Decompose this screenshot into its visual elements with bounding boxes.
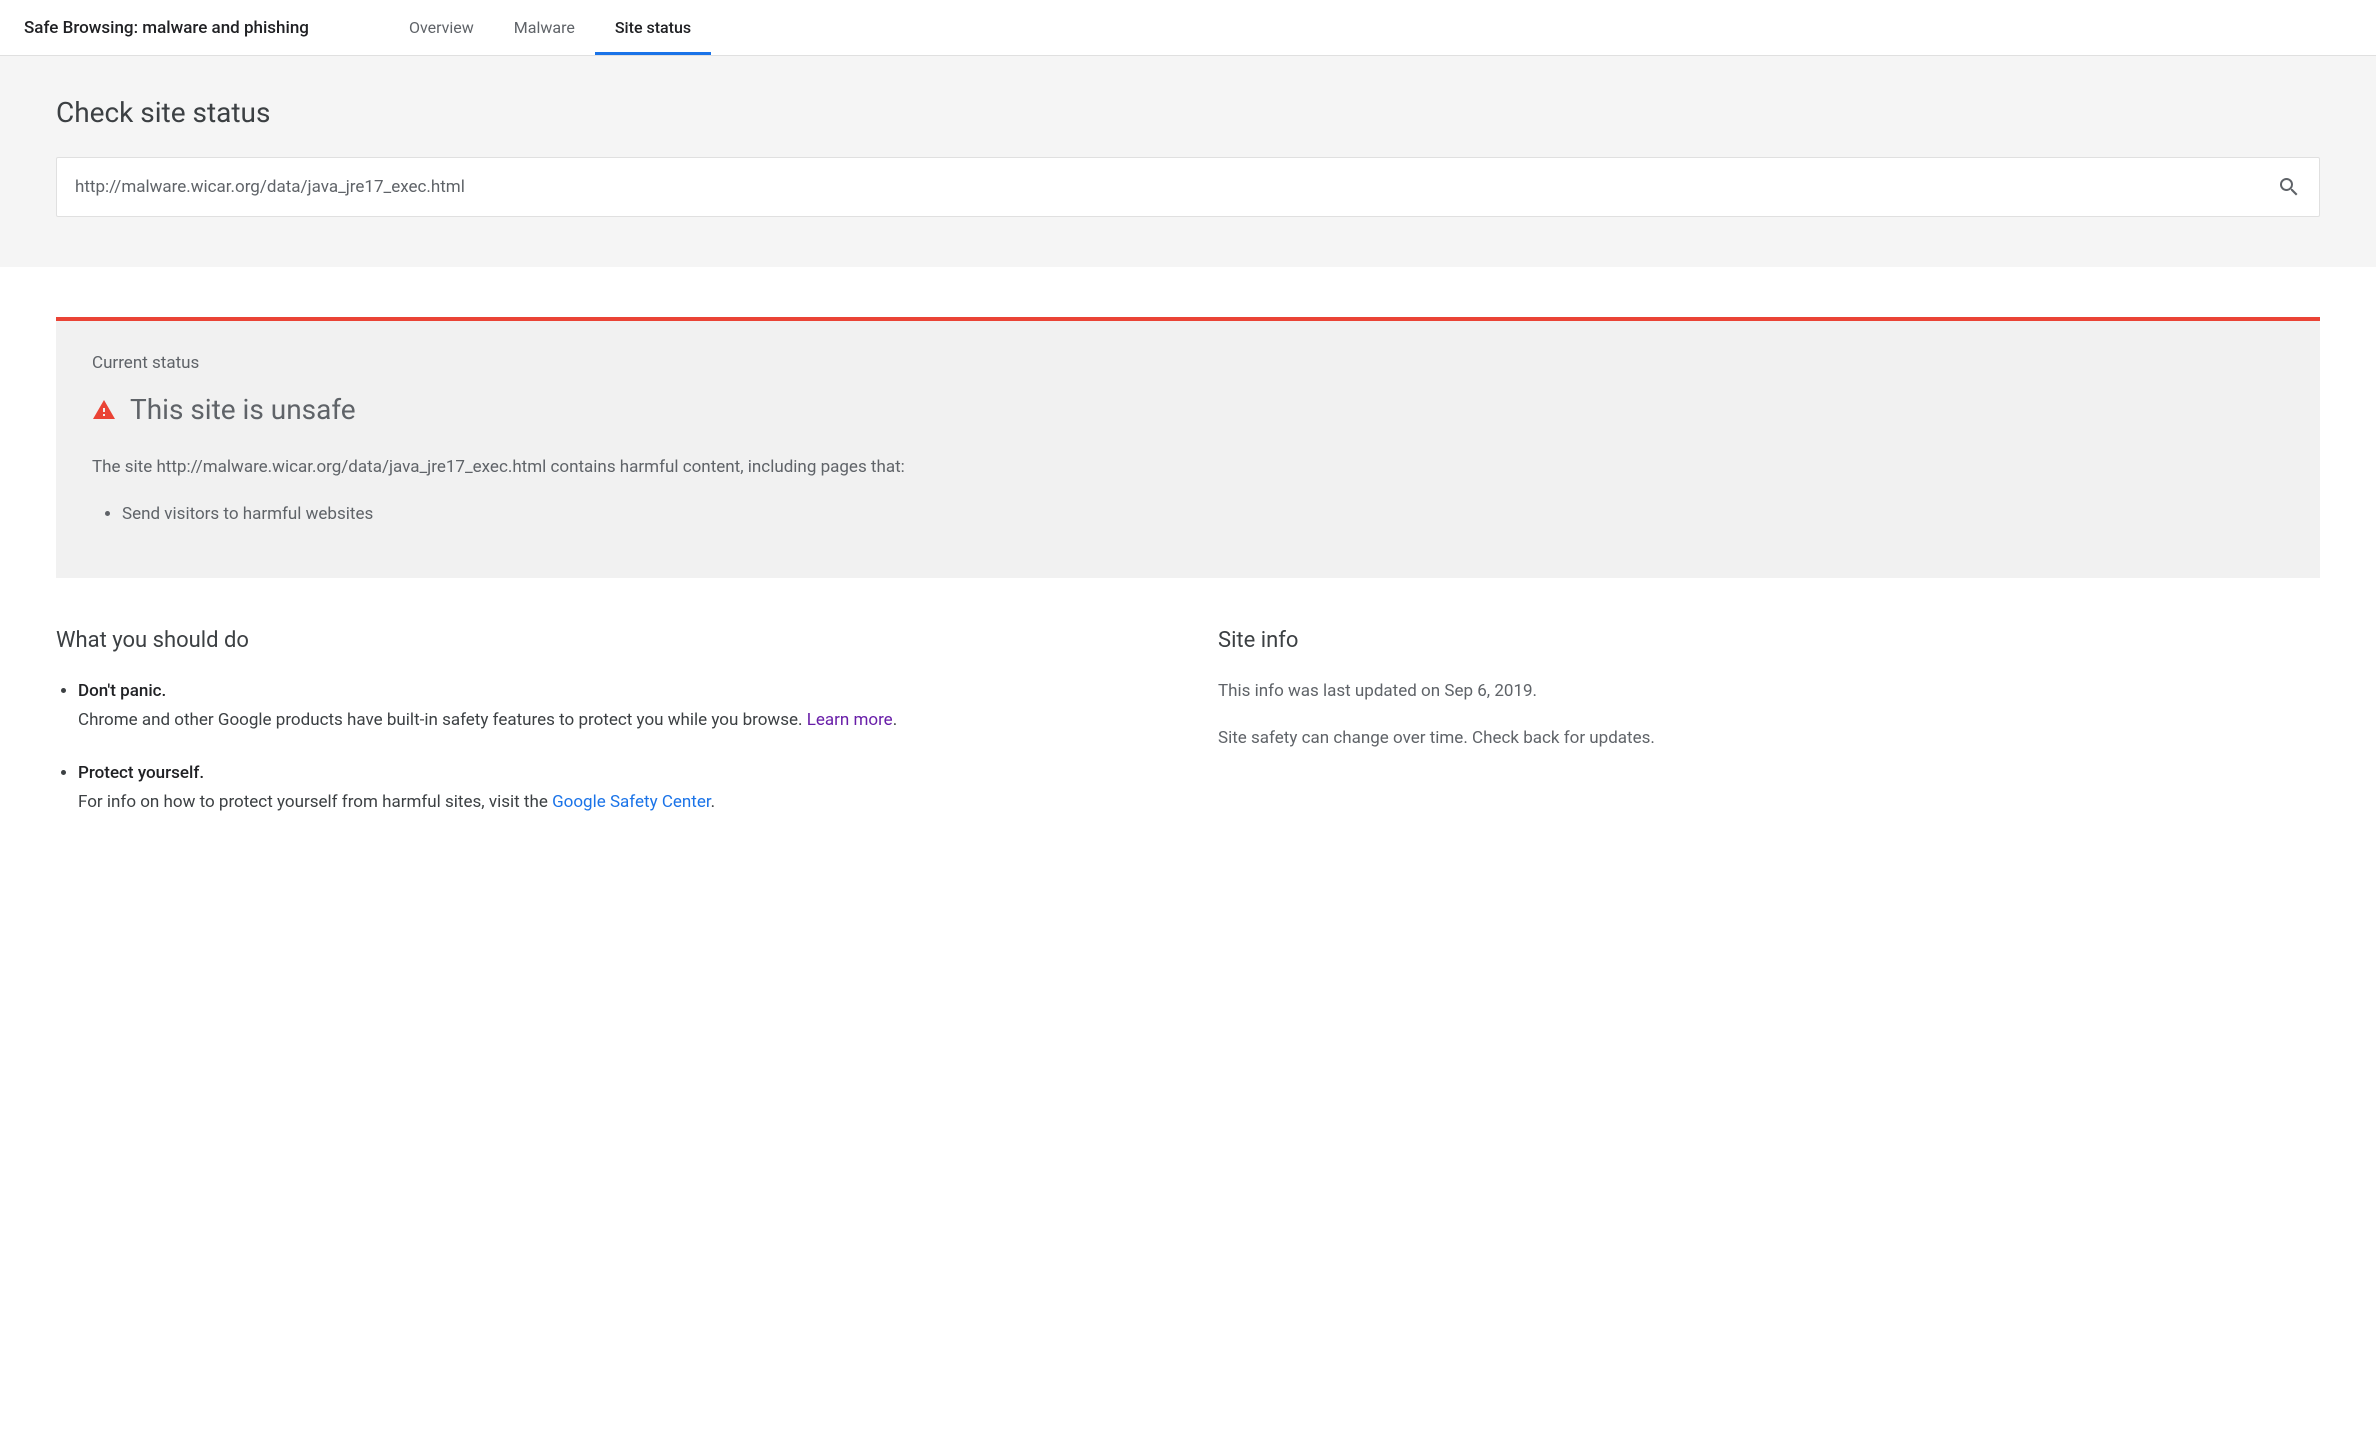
wysd-item-text-post: . bbox=[711, 792, 715, 812]
status-description: The site http://malware.wicar.org/data/j… bbox=[92, 454, 2284, 481]
safety-center-link[interactable]: Google Safety Center bbox=[552, 792, 711, 812]
status-headline-row: This site is unsafe bbox=[92, 393, 2284, 426]
search-box bbox=[56, 157, 2320, 217]
wysd-item: Protect yourself. For info on how to pro… bbox=[78, 759, 1158, 817]
search-section: Check site status bbox=[0, 56, 2376, 267]
tab-site-status[interactable]: Site status bbox=[595, 0, 711, 55]
wysd-item: Don't panic. Chrome and other Google pro… bbox=[78, 677, 1158, 735]
status-reason-item: Send visitors to harmful websites bbox=[122, 501, 2284, 528]
site-url-input[interactable] bbox=[75, 177, 2277, 197]
status-reasons-list: Send visitors to harmful websites bbox=[92, 501, 2284, 528]
site-info-section: Site info This info was last updated on … bbox=[1218, 628, 2320, 841]
learn-more-link[interactable]: Learn more bbox=[807, 710, 893, 730]
site-info-note: Site safety can change over time. Check … bbox=[1218, 724, 2320, 753]
wysd-item-text-post: . bbox=[893, 710, 897, 730]
wysd-item-text-pre: Chrome and other Google products have bu… bbox=[78, 710, 807, 730]
what-you-should-do-section: What you should do Don't panic. Chrome a… bbox=[56, 628, 1158, 841]
header-bar: Safe Browsing: malware and phishing Over… bbox=[0, 0, 2376, 56]
page-title: Safe Browsing: malware and phishing bbox=[24, 18, 309, 38]
site-info-heading: Site info bbox=[1218, 628, 2320, 653]
wysd-heading: What you should do bbox=[56, 628, 1158, 653]
warning-icon bbox=[92, 398, 116, 422]
tab-overview[interactable]: Overview bbox=[389, 0, 494, 55]
status-card: Current status This site is unsafe The s… bbox=[56, 317, 2320, 578]
wysd-item-title: Don't panic. bbox=[78, 681, 166, 701]
wysd-item-title: Protect yourself. bbox=[78, 763, 204, 783]
status-headline: This site is unsafe bbox=[130, 393, 356, 426]
tab-list: Overview Malware Site status bbox=[389, 0, 711, 55]
wysd-item-text-pre: For info on how to protect yourself from… bbox=[78, 792, 552, 812]
tab-malware[interactable]: Malware bbox=[494, 0, 595, 55]
status-label: Current status bbox=[92, 353, 2284, 373]
info-columns: What you should do Don't panic. Chrome a… bbox=[56, 628, 2320, 841]
content-area: Current status This site is unsafe The s… bbox=[0, 317, 2376, 841]
site-info-updated: This info was last updated on Sep 6, 201… bbox=[1218, 677, 2320, 706]
search-icon[interactable] bbox=[2277, 175, 2301, 199]
wysd-list: Don't panic. Chrome and other Google pro… bbox=[56, 677, 1158, 817]
search-heading: Check site status bbox=[56, 96, 2320, 129]
